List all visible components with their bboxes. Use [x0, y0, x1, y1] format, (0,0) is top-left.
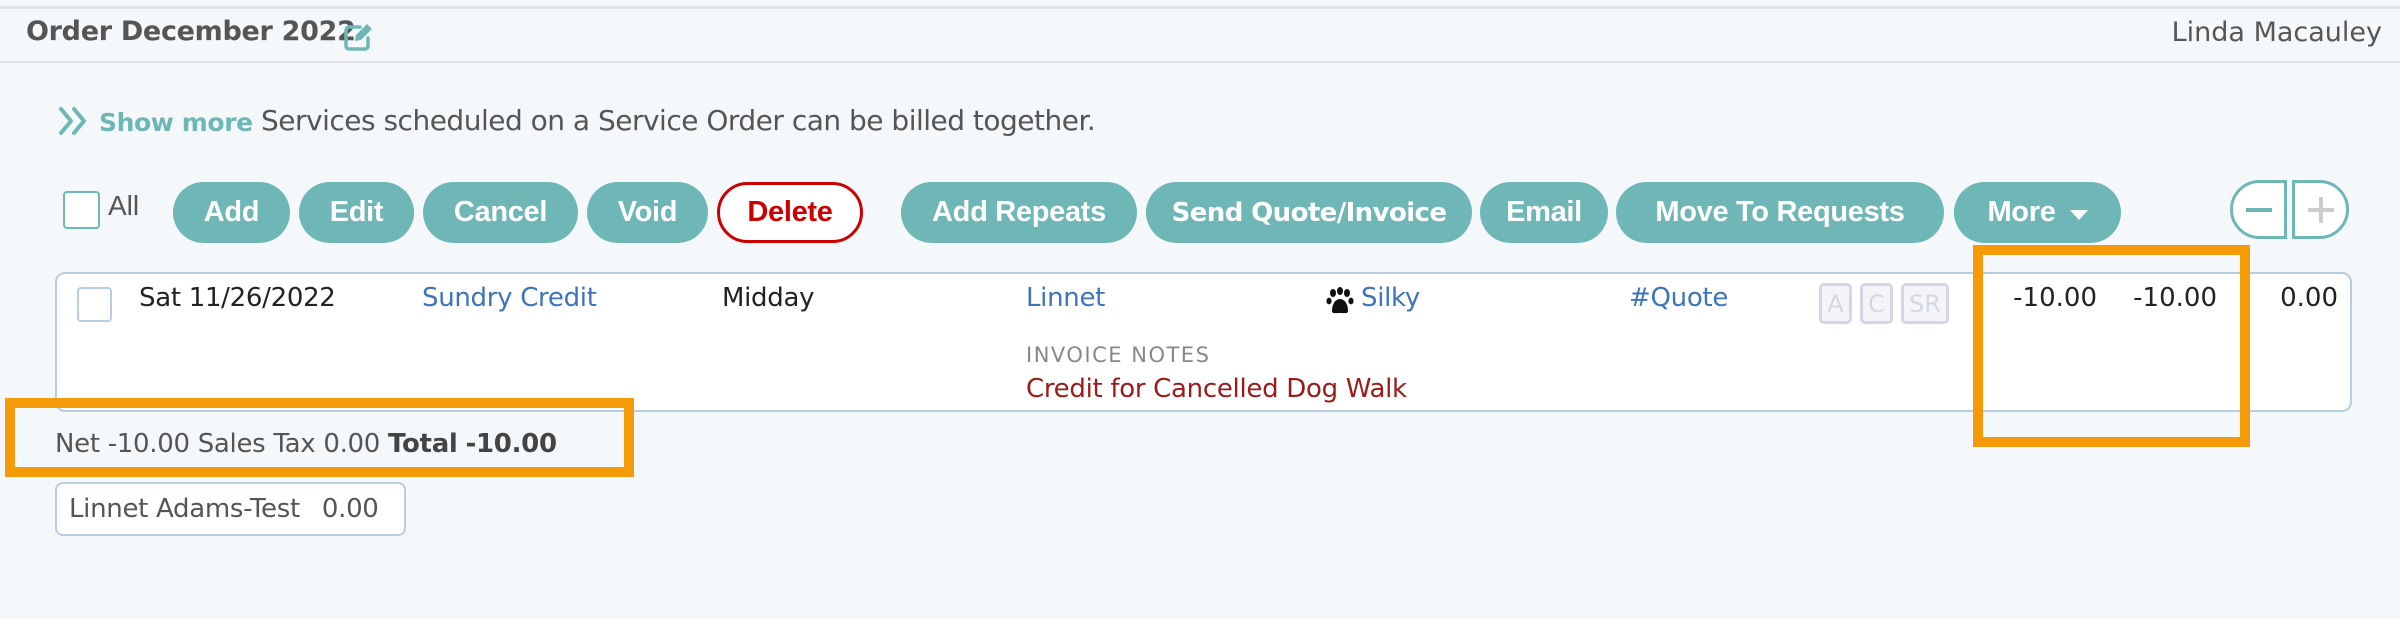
minus-icon	[2245, 207, 2272, 212]
add-repeats-button[interactable]: Add Repeats	[901, 182, 1137, 243]
item-amount-3: 0.00	[2280, 283, 2338, 313]
email-button[interactable]: Email	[1480, 182, 1608, 243]
row-checkbox[interactable]	[77, 287, 112, 322]
info-text: Services scheduled on a Service Order ca…	[261, 104, 1096, 137]
edit-title-icon[interactable]	[343, 20, 373, 52]
void-button[interactable]: Void	[587, 182, 708, 243]
highlight-box-totals	[5, 398, 634, 477]
client-balance-box[interactable]: Linnet Adams-Test 0.00	[55, 482, 406, 536]
expand-button[interactable]	[2292, 180, 2349, 239]
client-balance-amount: 0.00	[321, 494, 379, 524]
highlight-box-amounts	[1973, 245, 2250, 447]
cancel-button[interactable]: Cancel	[423, 182, 578, 243]
header-divider	[0, 61, 2400, 63]
tag-a[interactable]: A	[1819, 283, 1852, 324]
move-to-requests-button[interactable]: Move To Requests	[1616, 182, 1944, 243]
select-all-checkbox[interactable]	[63, 191, 100, 229]
more-label: More	[1987, 196, 2056, 228]
paw-icon	[1326, 287, 1354, 315]
time-slot: Midday	[722, 283, 815, 313]
send-quote-invoice-button[interactable]: Send Quote/Invoice	[1146, 182, 1472, 243]
collapse-button[interactable]	[2230, 180, 2287, 239]
pet-link[interactable]: Silky	[1361, 283, 1420, 313]
client-link[interactable]: Linnet	[1026, 283, 1105, 313]
client-balance-name: Linnet Adams-Test	[69, 494, 300, 524]
more-dropdown-button[interactable]: More	[1954, 182, 2121, 243]
edit-button[interactable]: Edit	[299, 182, 414, 243]
delete-button[interactable]: Delete	[717, 182, 863, 243]
double-chevron-right-icon[interactable]	[58, 106, 90, 136]
show-more-link[interactable]: Show more	[99, 108, 253, 137]
page-title: Order December 2022	[26, 16, 356, 47]
plus-icon	[2307, 196, 2334, 223]
select-all-label: All	[108, 190, 140, 221]
service-link[interactable]: Sundry Credit	[422, 283, 597, 313]
item-date: Sat 11/26/2022	[139, 283, 336, 313]
caret-down-icon	[2069, 209, 2088, 220]
add-button[interactable]: Add	[173, 182, 290, 243]
top-divider	[0, 6, 2400, 9]
invoice-notes-text: Credit for Cancelled Dog Walk	[1026, 374, 1407, 404]
tag-sr[interactable]: SR	[1901, 283, 1949, 324]
status-link[interactable]: #Quote	[1629, 283, 1728, 313]
user-name[interactable]: Linda Macauley	[2172, 17, 2382, 48]
tag-c[interactable]: C	[1860, 283, 1893, 324]
invoice-notes-label: INVOICE NOTES	[1026, 343, 1211, 367]
